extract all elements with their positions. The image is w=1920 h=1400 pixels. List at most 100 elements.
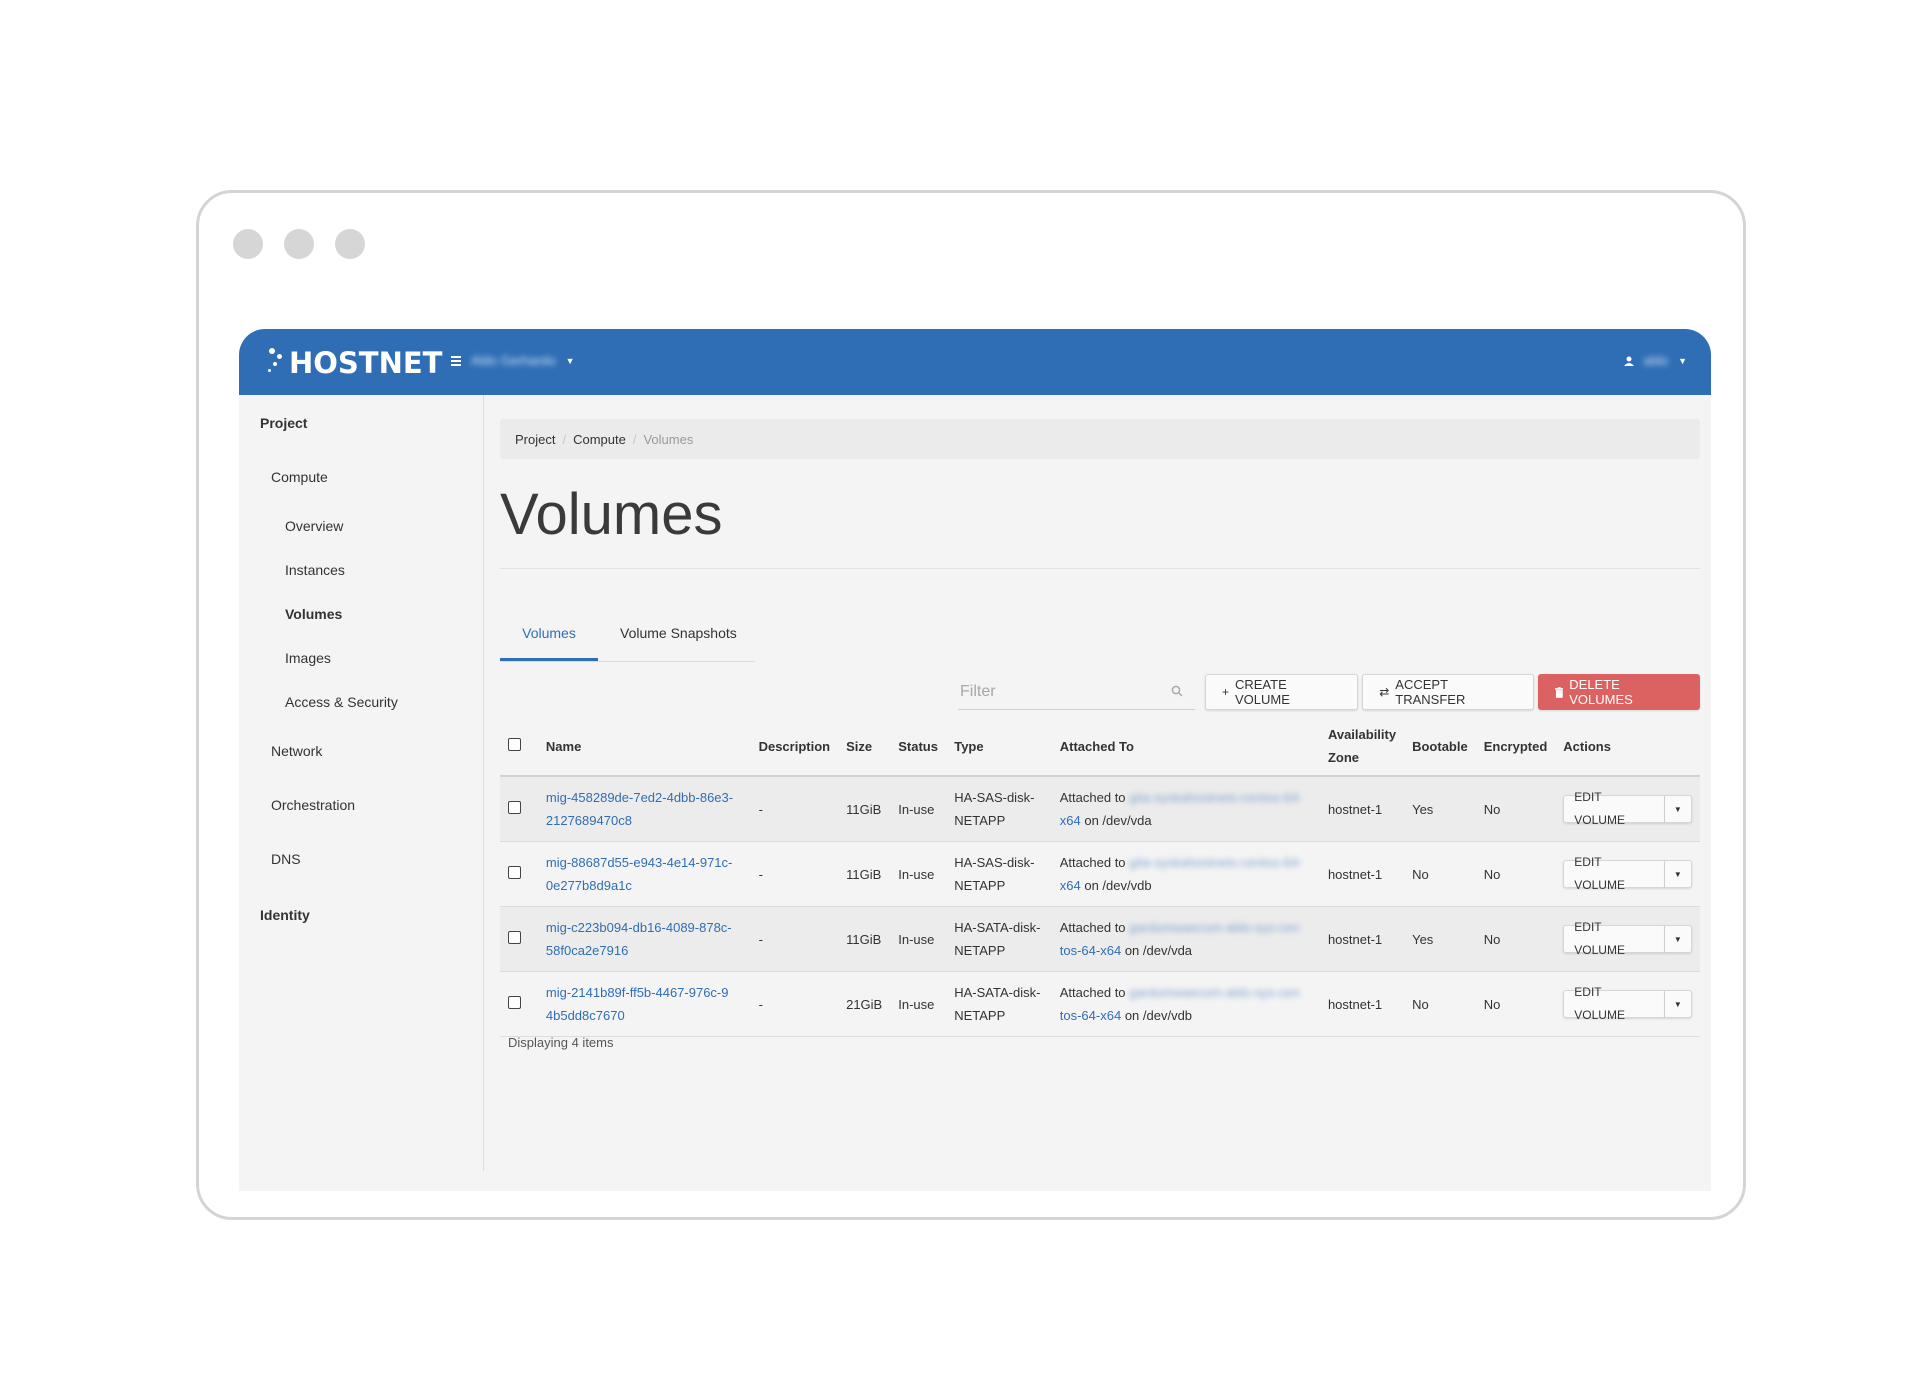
- select-all-checkbox[interactable]: [508, 737, 521, 751]
- breadcrumb-separator: /: [562, 431, 567, 447]
- chevron-down-icon: ▼: [1678, 355, 1687, 366]
- tab-volumes[interactable]: Volumes: [500, 617, 598, 661]
- volume-name-link[interactable]: mig-458289de-7ed2-4dbb-86e3- 2127689470c8: [537, 776, 751, 842]
- more-actions-dropdown[interactable]: ▼: [1664, 990, 1692, 1018]
- attached-instance-link[interactable]: x64: [1060, 813, 1081, 828]
- attached-prefix: Attached to: [1059, 920, 1126, 935]
- more-actions-dropdown[interactable]: ▼: [1664, 795, 1692, 823]
- table-row: mig-c223b094-db16-4089-878c- 58f0ca2e7916…: [500, 906, 1700, 972]
- cell-description: -: [750, 906, 839, 972]
- user-menu[interactable]: aldo ▼: [1623, 353, 1687, 368]
- breadcrumb-compute[interactable]: Compute: [573, 432, 626, 447]
- browser-window: HOSTNET Aldo Gerhardo ▼ aldo ▼ Project C…: [196, 190, 1746, 1220]
- plus-icon: +: [1221, 685, 1229, 699]
- attached-instance-link[interactable]: tos-64-x64: [1060, 943, 1121, 958]
- chevron-down-icon: ▼: [1673, 934, 1682, 944]
- sidebar-item-identity[interactable]: Identity: [260, 907, 310, 923]
- volume-name-link[interactable]: mig-c223b094-db16-4089-878c- 58f0ca2e7916: [537, 906, 751, 972]
- column-header-type[interactable]: Type: [946, 717, 1052, 777]
- column-header-availability-zone[interactable]: Availability Zone: [1319, 717, 1405, 777]
- edit-volume-button[interactable]: Edit Volume: [1563, 985, 1665, 1022]
- cell-encrypted: No: [1475, 841, 1556, 907]
- window-dot-icon: [335, 229, 365, 259]
- column-header-encrypted[interactable]: Encrypted: [1475, 717, 1556, 777]
- sidebar-item-compute[interactable]: Compute: [271, 469, 328, 485]
- sidebar-item-orchestration[interactable]: Orchestration: [271, 797, 355, 813]
- transfer-icon: ⇄: [1379, 685, 1390, 699]
- volume-name-line: mig-458289de-7ed2-4dbb-86e3-: [545, 790, 734, 805]
- volume-name-link[interactable]: mig-2141b89f-ff5b-4467-976c-9 4b5dd8c7670: [537, 971, 751, 1037]
- breadcrumb-separator: /: [632, 431, 637, 447]
- cell-status: In-use: [890, 906, 947, 972]
- attached-prefix: Attached to: [1059, 985, 1126, 1000]
- create-volume-button[interactable]: + Create Volume: [1204, 674, 1359, 710]
- chevron-down-icon: ▼: [1673, 869, 1682, 879]
- cell-size: 21GiB: [838, 971, 891, 1037]
- cell-attached-to: Attached to gardumwaecom-aldo-sys-cen to…: [1051, 906, 1320, 972]
- row-checkbox[interactable]: [508, 865, 521, 879]
- accept-transfer-label: Accept Transfer: [1395, 677, 1466, 707]
- delete-volumes-button[interactable]: Delete Volumes: [1537, 674, 1700, 710]
- sidebar-item-access-security[interactable]: Access & Security: [285, 694, 398, 710]
- tab-volume-snapshots[interactable]: Volume Snapshots: [620, 617, 755, 661]
- column-header-description[interactable]: Description: [750, 717, 839, 777]
- tab-bar: Volumes Volume Snapshots: [500, 617, 755, 662]
- attached-device: on /dev/vda: [1084, 813, 1152, 828]
- cell-type: HA-SAS-disk- NETAPP: [946, 841, 1052, 907]
- column-header-bootable[interactable]: Bootable: [1404, 717, 1476, 777]
- sidebar-item-overview[interactable]: Overview: [285, 518, 343, 534]
- column-header-attached-to[interactable]: Attached To: [1051, 717, 1320, 777]
- volume-name-link[interactable]: mig-88687d55-e943-4e14-971c- 0e277b8d9a1c: [537, 841, 751, 907]
- sidebar-item-images[interactable]: Images: [285, 650, 331, 666]
- brand-logo[interactable]: HOSTNET: [267, 343, 442, 383]
- type-line: HA-SAS-disk-: [954, 790, 1035, 805]
- attached-instance-link[interactable]: gardumwaecom-aldo-sys-cen: [1129, 920, 1300, 935]
- row-checkbox[interactable]: [508, 995, 521, 1009]
- volume-name-line: mig-88687d55-e943-4e14-971c-: [545, 855, 733, 870]
- sidebar-item-dns[interactable]: DNS: [271, 851, 301, 867]
- more-actions-dropdown[interactable]: ▼: [1664, 860, 1692, 888]
- cell-bootable: Yes: [1404, 776, 1476, 842]
- edit-volume-button[interactable]: Edit Volume: [1563, 790, 1665, 827]
- filter-input[interactable]: [958, 674, 1177, 709]
- breadcrumb-project[interactable]: Project: [515, 432, 555, 447]
- cell-zone: hostnet-1: [1319, 841, 1405, 907]
- project-selector[interactable]: Aldo Gerhardo ▼: [451, 353, 574, 368]
- attached-instance-link[interactable]: gardumwaecom-aldo-sys-cen: [1129, 985, 1300, 1000]
- column-header-status[interactable]: Status: [890, 717, 947, 777]
- edit-volume-label: Edit Volume: [1574, 985, 1625, 1022]
- item-count: Displaying 4 items: [508, 1035, 614, 1050]
- sidebar-item-network[interactable]: Network: [271, 743, 322, 759]
- row-checkbox[interactable]: [508, 930, 521, 944]
- type-line: NETAPP: [954, 1008, 1006, 1023]
- search-icon[interactable]: [1171, 685, 1183, 697]
- volume-name-line: 2127689470c8: [545, 813, 632, 828]
- sidebar-item-instances[interactable]: Instances: [285, 562, 345, 578]
- attached-device: on /dev/vdb: [1084, 878, 1152, 893]
- cell-encrypted: No: [1475, 971, 1556, 1037]
- sidebar: Project Compute Overview Instances Volum…: [239, 395, 484, 1171]
- attached-instance-link[interactable]: x64: [1060, 878, 1081, 893]
- attached-instance-link[interactable]: gita-syskahostnets-centos-64-: [1129, 855, 1302, 870]
- cell-type: HA-SATA-disk- NETAPP: [946, 971, 1052, 1037]
- attached-instance-link[interactable]: tos-64-x64: [1060, 1008, 1121, 1023]
- accept-transfer-button[interactable]: ⇄ Accept Transfer: [1362, 674, 1534, 710]
- column-header-size[interactable]: Size: [838, 717, 891, 777]
- cell-bootable: No: [1404, 841, 1476, 907]
- column-header-name[interactable]: Name: [537, 717, 751, 777]
- more-actions-dropdown[interactable]: ▼: [1664, 925, 1692, 953]
- cell-size: 11GiB: [838, 906, 891, 972]
- create-volume-label: Create Volume: [1234, 677, 1290, 707]
- sidebar-item-project[interactable]: Project: [260, 415, 307, 431]
- trash-icon: [1554, 686, 1564, 698]
- cell-type: HA-SAS-disk- NETAPP: [946, 776, 1052, 842]
- sidebar-item-volumes[interactable]: Volumes: [285, 606, 342, 622]
- cell-zone: hostnet-1: [1319, 776, 1405, 842]
- attached-prefix: Attached to: [1059, 790, 1126, 805]
- filter-box: [958, 674, 1195, 710]
- list-icon: [451, 355, 461, 366]
- row-checkbox[interactable]: [508, 800, 521, 814]
- attached-instance-link[interactable]: gita-syskahostnets-centos-64-: [1129, 790, 1302, 805]
- edit-volume-button[interactable]: Edit Volume: [1563, 920, 1665, 957]
- edit-volume-button[interactable]: Edit Volume: [1563, 855, 1665, 892]
